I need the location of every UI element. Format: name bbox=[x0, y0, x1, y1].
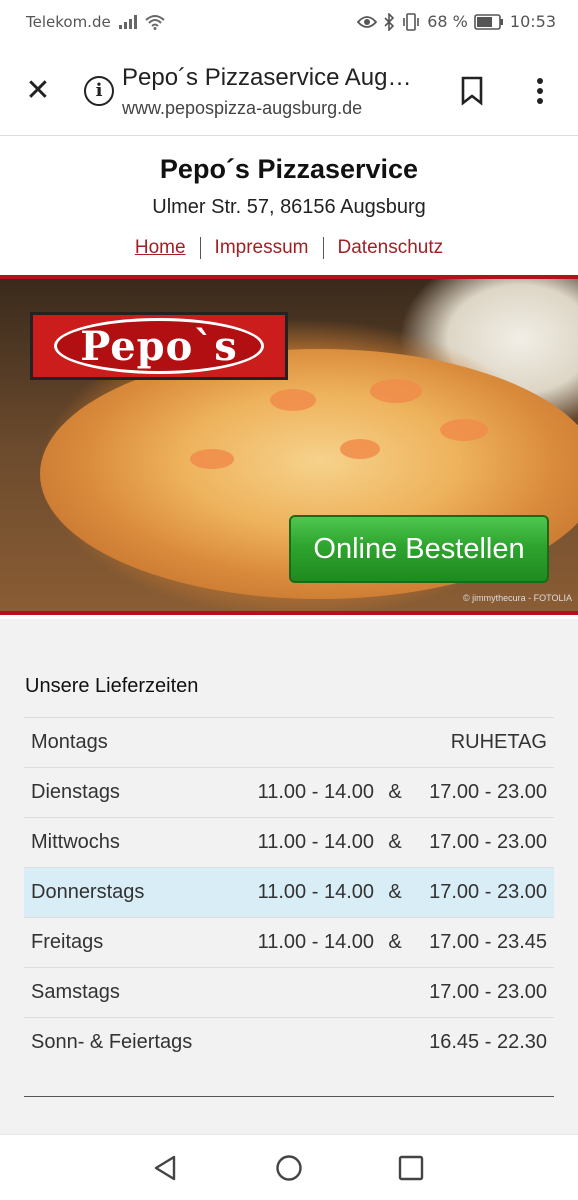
eye-icon bbox=[357, 15, 378, 28]
time-cell: 17.00 - 23.00 bbox=[429, 881, 547, 903]
table-row: Dienstags 11.00 - 14.00 & 17.00 - 23.00 bbox=[24, 767, 554, 818]
clock: 10:53 bbox=[509, 12, 556, 31]
hours-title: Unsere Lieferzeiten bbox=[25, 675, 199, 697]
site-title: Pepo´s Pizzaservice bbox=[159, 154, 419, 184]
more-menu-icon[interactable] bbox=[528, 76, 552, 106]
amp-cell: & bbox=[388, 781, 402, 803]
time-cell: 17.00 - 23.45 bbox=[429, 931, 547, 953]
battery-icon bbox=[474, 13, 503, 30]
time-cell: 11.00 - 14.00 bbox=[257, 831, 374, 853]
nav-home[interactable]: Home bbox=[121, 237, 200, 259]
bookmark-icon[interactable] bbox=[460, 76, 484, 106]
page-title: Pepo´s Pizzaservice Augsburg bbox=[122, 64, 422, 91]
recents-icon[interactable] bbox=[396, 1153, 426, 1183]
browser-toolbar: ✕ i Pepo´s Pizzaservice Augsburg www.pep… bbox=[0, 46, 578, 136]
info-icon[interactable]: i bbox=[84, 76, 114, 106]
signal-icon bbox=[118, 15, 137, 29]
nav-impressum[interactable]: Impressum bbox=[201, 237, 323, 259]
table-row: Sonn- & Feiertags 16.45 - 22.30 bbox=[24, 1017, 554, 1068]
table-row: Montags RUHETAG bbox=[24, 717, 554, 768]
table-row: Mittwochs 11.00 - 14.00 & 17.00 - 23.00 bbox=[24, 817, 554, 868]
amp-cell: & bbox=[388, 931, 402, 953]
site-address: Ulmer Str. 57, 86156 Augsburg bbox=[152, 196, 426, 218]
day-cell: Samstags bbox=[31, 981, 120, 1003]
amp-cell: & bbox=[388, 831, 402, 853]
image-credit: © jimmythecura - FOTOLIA bbox=[463, 593, 572, 603]
divider bbox=[24, 1096, 554, 1097]
table-row: Samstags 17.00 - 23.00 bbox=[24, 967, 554, 1018]
table-row-highlighted: Donnerstags 11.00 - 14.00 & 17.00 - 23.0… bbox=[24, 867, 554, 918]
page-url[interactable]: www.pepospizza-augsburg.de bbox=[122, 98, 362, 119]
time-cell: 11.00 - 14.00 bbox=[257, 881, 374, 903]
status-right: 68 % 10:53 bbox=[357, 12, 556, 31]
day-cell: Donnerstags bbox=[31, 881, 145, 903]
day-cell: Dienstags bbox=[31, 781, 120, 803]
online-order-button[interactable]: Online Bestellen bbox=[289, 515, 549, 583]
time-cell: 17.00 - 23.00 bbox=[429, 781, 547, 803]
day-cell: Sonn- & Feiertags bbox=[31, 1031, 193, 1054]
bluetooth-icon bbox=[384, 12, 395, 31]
time-cell: 16.45 - 22.30 bbox=[429, 1031, 547, 1054]
back-icon[interactable] bbox=[150, 1153, 180, 1183]
hours-table: Montags RUHETAG Dienstags 11.00 - 14.00 … bbox=[24, 717, 554, 1068]
amp-cell: & bbox=[388, 881, 402, 903]
hero-banner: Pepo`s Online Bestellen © jimmythecura -… bbox=[0, 275, 578, 615]
status-left: Telekom.de bbox=[26, 13, 165, 31]
system-nav-bar bbox=[0, 1134, 578, 1200]
time-cell: 17.00 - 23.00 bbox=[429, 831, 547, 853]
vibrate-icon bbox=[403, 12, 420, 31]
carrier-label: Telekom.de bbox=[26, 13, 111, 31]
logo-text: Pepo`s bbox=[80, 322, 238, 370]
day-cell: Montags bbox=[31, 731, 108, 753]
content-section: Unsere Lieferzeiten Montags RUHETAG Dien… bbox=[0, 619, 578, 1134]
home-icon[interactable] bbox=[274, 1153, 304, 1183]
time-cell: 11.00 - 14.00 bbox=[257, 781, 374, 803]
site-nav: Home Impressum Datenschutz bbox=[0, 237, 578, 259]
close-icon[interactable]: ✕ bbox=[22, 76, 54, 108]
battery-percent: 68 % bbox=[427, 12, 468, 31]
day-cell: Freitags bbox=[31, 931, 104, 953]
time-cell: 11.00 - 14.00 bbox=[257, 931, 374, 953]
nav-datenschutz[interactable]: Datenschutz bbox=[324, 237, 458, 259]
table-row: Freitags 11.00 - 14.00 & 17.00 - 23.45 bbox=[24, 917, 554, 968]
logo: Pepo`s bbox=[30, 312, 288, 380]
time-cell: 17.00 - 23.00 bbox=[429, 981, 547, 1003]
closed-cell: RUHETAG bbox=[450, 731, 547, 753]
day-cell: Mittwochs bbox=[31, 831, 120, 853]
wifi-icon bbox=[145, 15, 165, 30]
status-bar: Telekom.de 68 % 10:53 bbox=[0, 0, 578, 46]
